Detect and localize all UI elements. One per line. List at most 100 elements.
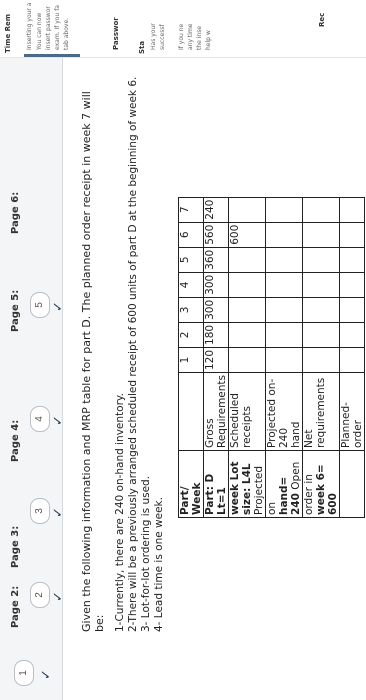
- given-item: 1-Currently, there are 240 on-hand inven…: [114, 393, 126, 632]
- nav-item-page-6[interactable]: Page 6:: [0, 154, 62, 234]
- time-remaining-label: Time Rem: [4, 13, 12, 53]
- status-line: help w: [205, 30, 212, 50]
- nav-page-label: Page 5:: [10, 289, 21, 332]
- mrp-table: Part/ Week 1 2 3 4 5 6 7 Part: D Lt=1 Gr…: [178, 197, 365, 518]
- net-cell: [302, 247, 340, 273]
- info-line: Inserting your a: [26, 2, 33, 50]
- status-line: successf: [159, 24, 166, 50]
- projected-cell: [265, 322, 303, 348]
- nav-page-label: Page 6:: [10, 191, 21, 234]
- week-header: 3: [178, 297, 204, 323]
- projected-first: 240: [278, 427, 290, 448]
- row-label-text: order: [352, 420, 364, 448]
- checkmark-icon: ✓: [50, 301, 65, 312]
- row-label-text: Requirements: [216, 375, 228, 448]
- projected-cell: [265, 197, 303, 223]
- gross-cell: 300: [203, 297, 229, 323]
- planned-cell: [339, 222, 365, 248]
- week-header: 4: [178, 272, 204, 298]
- row-label-text: Scheduled: [229, 393, 241, 448]
- page-number-badge: 5: [30, 292, 50, 318]
- question-intro: Given the following information and MRP …: [80, 91, 106, 632]
- info-line: tab above.: [63, 17, 70, 50]
- row-label: Scheduled receipts: [228, 372, 266, 451]
- info-line: exam. If you fa: [54, 5, 61, 50]
- question-text: Given the following information and MRP …: [80, 72, 166, 632]
- table-cell: week Lot size: L4L Projected: [228, 450, 266, 518]
- status-line: the inse: [196, 25, 203, 50]
- projected-cell: [265, 297, 303, 323]
- row-label-text: receipts: [241, 406, 253, 448]
- gross-cell: 240: [203, 197, 229, 223]
- nav-item-page-1[interactable]: 1 ✓: [0, 632, 62, 692]
- scheduled-cell: [228, 272, 266, 298]
- page-number-badge: 4: [30, 406, 50, 432]
- checkmark-icon: ✓: [50, 507, 65, 518]
- record-label[interactable]: Rec: [318, 13, 326, 27]
- gross-cell: 560: [203, 222, 229, 248]
- info-accent-bar: [24, 54, 80, 57]
- password-label[interactable]: Passwor: [112, 17, 120, 50]
- net-cell: [302, 222, 340, 248]
- row-label-text: Projected on-: [266, 378, 278, 448]
- row-label: Net requirements: [302, 372, 340, 451]
- table-cell: Part: D Lt=1: [203, 450, 229, 518]
- given-list: 1-Currently, there are 240 on-hand inven…: [114, 72, 166, 632]
- row-label: Projected on- 240 hand: [265, 372, 303, 451]
- net-cell: [302, 197, 340, 223]
- week-header: 2: [178, 322, 204, 348]
- table-cell: Part/ Week: [178, 450, 204, 518]
- checkmark-icon: ✓: [50, 591, 65, 602]
- status-line: If you ne: [178, 23, 185, 50]
- nav-item-page-3[interactable]: Page 3: 3 ✓: [0, 450, 65, 568]
- given-item: 4- Lead time is one week.: [153, 497, 165, 632]
- gross-cell: 360: [203, 247, 229, 273]
- planned-cell: [339, 297, 365, 323]
- info-line: insert passwor: [45, 6, 52, 50]
- page-number-badge: 1: [14, 660, 34, 686]
- status-line: any time: [187, 23, 194, 51]
- projected-cell: [265, 347, 303, 373]
- nav-item-page-4[interactable]: Page 4: 4 ✓: [0, 358, 65, 462]
- on-label: on: [266, 501, 278, 515]
- planned-cell: [339, 247, 365, 273]
- order-in-label: order in: [303, 474, 315, 515]
- status-title: Sta: [138, 40, 146, 54]
- projected-label: Projected: [253, 465, 265, 515]
- exam-page: 1 ✓ Page 2: 2 ✓ Page 3: 3 ✓ Page 4: 4 ✓ …: [0, 0, 366, 700]
- nav-item-page-5[interactable]: Page 5: 5 ✓: [0, 244, 65, 332]
- week-header: 5: [178, 247, 204, 273]
- planned-cell: [339, 322, 365, 348]
- given-item: 2-There will be a previously arranged sc…: [127, 76, 139, 632]
- planned-cell: [339, 347, 365, 373]
- exam-info-panel: Time Rem Inserting your a You can now in…: [0, 0, 366, 58]
- row-label-text: hand: [290, 421, 302, 448]
- info-line: You can now: [36, 12, 43, 50]
- net-cell: [302, 347, 340, 373]
- row-label: Gross Requirements: [203, 372, 229, 451]
- gross-cell: 300: [203, 272, 229, 298]
- page-navigation: 1 ✓ Page 2: 2 ✓ Page 3: 3 ✓ Page 4: 4 ✓ …: [0, 0, 65, 700]
- week-header: 7: [178, 197, 204, 223]
- planned-cell: [339, 272, 365, 298]
- order-week-value: week 6= 600: [315, 464, 339, 515]
- gross-cell: 120: [203, 347, 229, 373]
- given-item: 3- Lot-for-lot ordering is used.: [140, 475, 152, 632]
- checkmark-icon: ✓: [50, 415, 65, 426]
- gross-cell: 180: [203, 322, 229, 348]
- week-header: 1: [178, 347, 204, 373]
- week-header: 6: [178, 222, 204, 248]
- planned-cell: [339, 197, 365, 223]
- net-cell: [302, 297, 340, 323]
- table-cell: on hand= 240 Open: [265, 450, 303, 518]
- scheduled-cell: [228, 197, 266, 223]
- nav-page-label: Page 3:: [10, 525, 21, 568]
- scheduled-cell: [228, 297, 266, 323]
- net-cell: [302, 272, 340, 298]
- scheduled-cell: [228, 247, 266, 273]
- open-label: Open: [290, 461, 302, 490]
- checkmark-icon: ✓: [38, 669, 53, 680]
- row-label-text: Gross: [204, 418, 216, 448]
- table-cell: [178, 372, 204, 451]
- lot-size-label: week Lot: [229, 461, 241, 515]
